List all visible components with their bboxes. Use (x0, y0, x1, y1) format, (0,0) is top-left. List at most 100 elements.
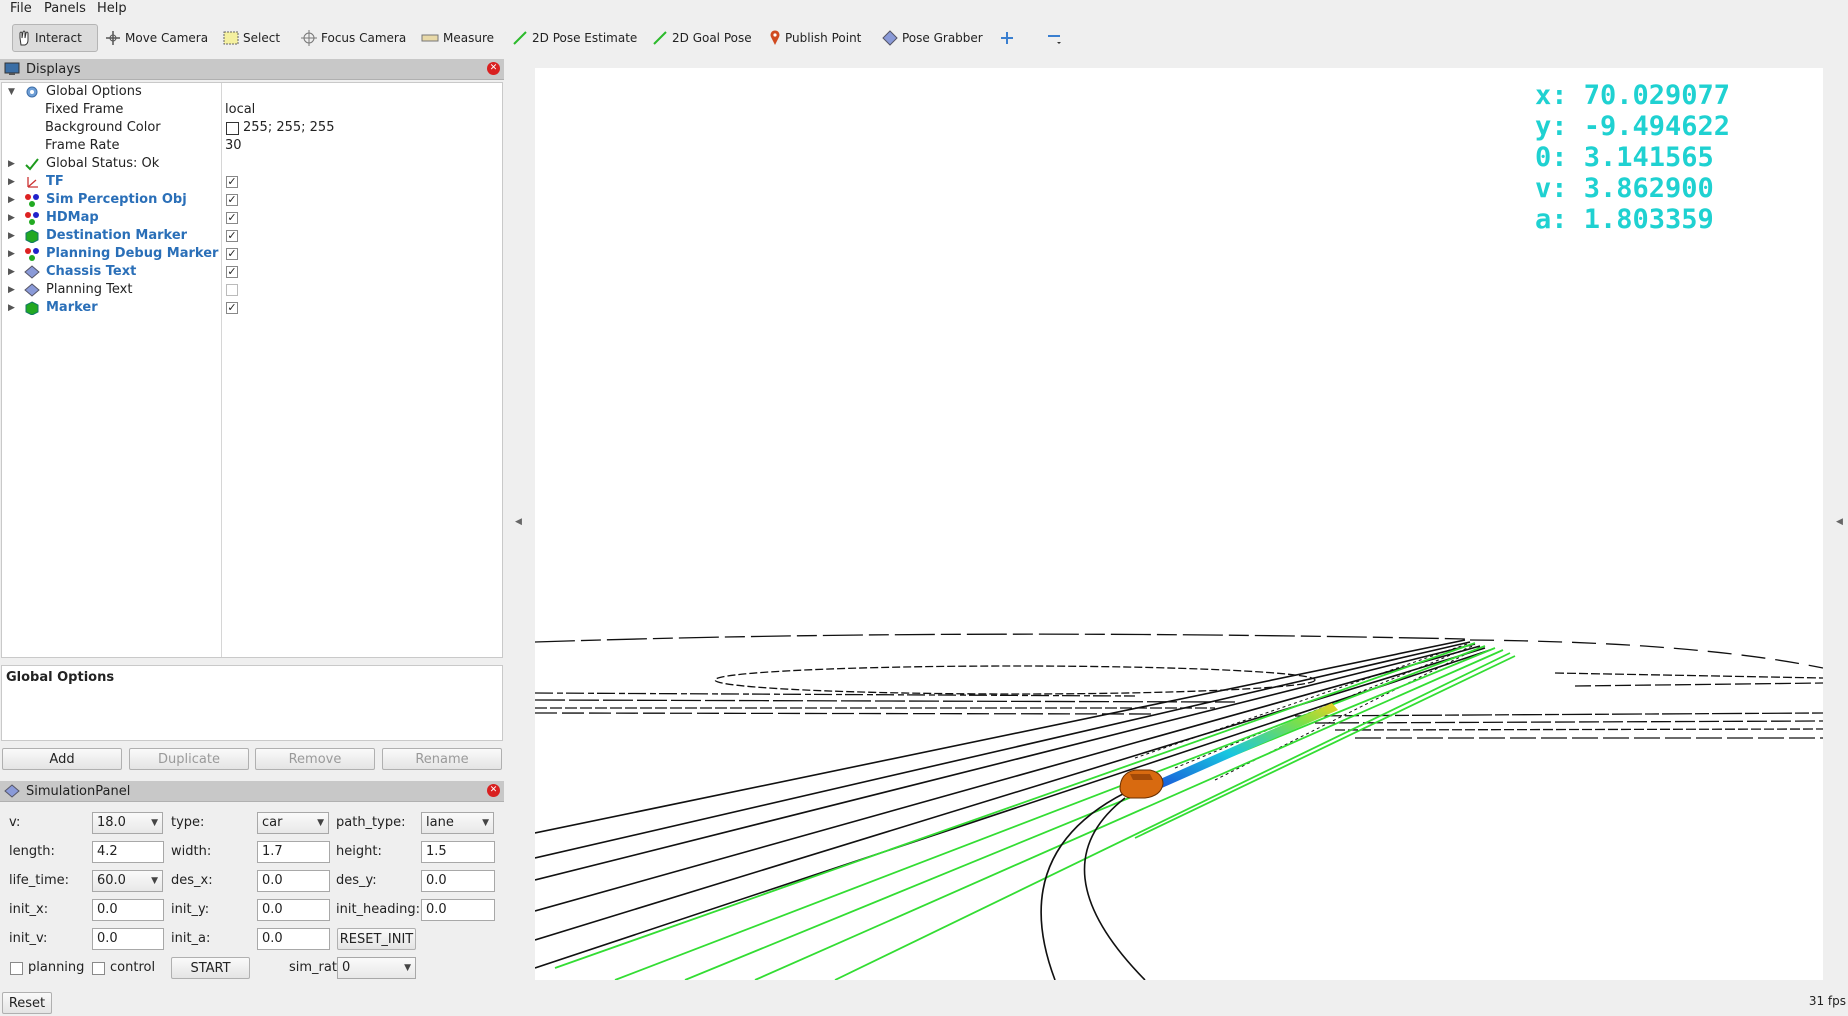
init-heading-input[interactable]: 0.0 (421, 899, 495, 921)
planning-checkbox[interactable] (10, 962, 23, 975)
tree-row-display[interactable]: ▶ TF ✓ (2, 173, 502, 191)
diamond-icon (4, 784, 20, 798)
height-input[interactable]: 1.5 (421, 841, 495, 863)
curved-roads (1040, 787, 1146, 980)
reset-button[interactable]: Reset (2, 992, 52, 1014)
expand-arrow-icon[interactable]: ▶ (8, 227, 15, 245)
add-button[interactable]: Add (2, 748, 122, 770)
close-icon[interactable]: ✕ (487, 62, 500, 75)
visibility-checkbox[interactable]: ✓ (226, 266, 238, 278)
move-camera-tool-button[interactable]: Move Camera (101, 24, 212, 52)
reset-init-button[interactable]: RESET_INIT (337, 928, 416, 950)
visibility-checkbox[interactable]: ✓ (226, 212, 238, 224)
pose-estimate-tool-button[interactable]: 2D Pose Estimate (508, 24, 641, 52)
tree-row-display[interactable]: ▶ Destination Marker ✓ (2, 227, 502, 245)
select-tool-button[interactable]: Select (219, 24, 284, 52)
collapse-left-panel-icon[interactable]: ◀ (515, 517, 522, 527)
expand-arrow-icon[interactable]: ▶ (8, 263, 15, 281)
tree-row-display[interactable]: ▶ Planning Text (2, 281, 502, 299)
publish-point-tool-button[interactable]: Publish Point (765, 24, 865, 52)
width-input[interactable]: 1.7 (257, 841, 330, 863)
focus-camera-tool-button[interactable]: Focus Camera (297, 24, 410, 52)
minus-icon (1048, 35, 1061, 44)
sim-rate-select[interactable]: 0 ▼ (337, 957, 416, 979)
property-value[interactable]: 30 (225, 137, 242, 155)
tree-label: Global Status: Ok (46, 156, 160, 171)
menu-panels[interactable]: Panels (44, 1, 86, 16)
menu-file[interactable]: File (10, 1, 32, 16)
property-value[interactable]: local (225, 101, 255, 119)
tree-row-fixed-frame[interactable]: Fixed Frame local (2, 101, 502, 119)
remove-tool-button[interactable] (1042, 24, 1066, 52)
init-x-input[interactable]: 0.0 (92, 899, 164, 921)
init-a-label: init_a: (171, 931, 211, 946)
path-type-select[interactable]: lane ▼ (421, 812, 494, 834)
tree-row-global-status[interactable]: ▶ Global Status: Ok (2, 155, 502, 173)
tree-row-frame-rate[interactable]: Frame Rate 30 (2, 137, 502, 155)
tree-row-display[interactable]: ▶ HDMap ✓ (2, 209, 502, 227)
collapse-arrow-icon[interactable]: ▼ (8, 83, 15, 101)
hud-v: v: 3.862900 (1535, 173, 1714, 204)
visibility-checkbox[interactable]: ✓ (226, 302, 238, 314)
render-viewport[interactable]: x: 70.029077 y: -9.494622 0: 3.141565 v: 3.… (535, 68, 1823, 980)
menu-help[interactable]: Help (97, 1, 127, 16)
duplicate-button[interactable]: Duplicate (129, 748, 249, 770)
add-tool-button[interactable] (996, 24, 1018, 52)
des-y-label: des_y: (336, 873, 377, 888)
select-label: Select (243, 31, 281, 45)
expand-arrow-icon[interactable]: ▶ (8, 155, 15, 173)
expand-arrow-icon[interactable]: ▶ (8, 173, 15, 191)
tree-label: Planning Debug Marker (46, 246, 219, 261)
remove-button[interactable]: Remove (255, 748, 375, 770)
rename-button[interactable]: Rename (382, 748, 502, 770)
axes-icon (27, 177, 38, 188)
measure-tool-button[interactable]: Measure (417, 24, 498, 52)
description-title: Global Options (6, 670, 115, 685)
tree-row-display[interactable]: ▶ Sim Perception Obj ✓ (2, 191, 502, 209)
pose-grabber-tool-button[interactable]: Pose Grabber (878, 24, 987, 52)
color-swatch[interactable] (226, 122, 239, 135)
life-time-select[interactable]: 60.0 ▼ (92, 870, 163, 892)
tree-row-background-color[interactable]: Background Color 255; 255; 255 (2, 119, 502, 137)
tree-row-display[interactable]: ▶ Planning Debug Marker ✓ (2, 245, 502, 263)
publish-point-label: Publish Point (785, 31, 862, 45)
visibility-checkbox[interactable]: ✓ (226, 194, 238, 206)
init-a-input[interactable]: 0.0 (257, 928, 330, 950)
focus-camera-icon (301, 30, 317, 46)
expand-arrow-icon[interactable]: ▶ (8, 245, 15, 263)
interact-tool-button[interactable]: Interact (12, 24, 98, 52)
v-select[interactable]: 18.0 ▼ (92, 812, 163, 834)
control-checkbox[interactable] (92, 962, 105, 975)
dropdown-arrow-icon: ▼ (317, 818, 324, 828)
tree-row-display[interactable]: ▶ Marker ✓ (2, 299, 502, 317)
goal-pose-label: 2D Goal Pose (672, 31, 752, 45)
visibility-checkbox[interactable]: ✓ (226, 176, 238, 188)
close-icon[interactable]: ✕ (487, 784, 500, 797)
tree-row-global-options[interactable]: ▼ Global Options (2, 83, 502, 101)
init-x-label: init_x: (9, 902, 49, 917)
expand-arrow-icon[interactable]: ▶ (8, 191, 15, 209)
start-button[interactable]: START (171, 957, 250, 979)
des-y-input[interactable]: 0.0 (421, 870, 495, 892)
expand-arrow-icon[interactable]: ▶ (8, 209, 15, 227)
ego-vehicle[interactable] (1119, 769, 1164, 799)
init-v-input[interactable]: 0.0 (92, 928, 164, 950)
expand-arrow-icon[interactable]: ▶ (8, 299, 15, 317)
visibility-checkbox[interactable] (226, 284, 238, 296)
des-x-input[interactable]: 0.0 (257, 870, 330, 892)
displays-panel-header: Displays ✕ (0, 59, 504, 80)
init-y-input[interactable]: 0.0 (257, 899, 330, 921)
pose-grabber-label: Pose Grabber (902, 31, 983, 45)
chassis-text-overlay: x: 70.029077 y: -9.494622 0: 3.141565 v: 3.… (1535, 80, 1730, 235)
init-y-label: init_y: (171, 902, 210, 917)
length-input[interactable]: 4.2 (92, 841, 164, 863)
expand-arrow-icon[interactable]: ▶ (8, 281, 15, 299)
type-select[interactable]: car ▼ (257, 812, 329, 834)
goal-pose-tool-button[interactable]: 2D Goal Pose (648, 24, 756, 52)
visibility-checkbox[interactable]: ✓ (226, 230, 238, 242)
v-value: 18.0 (97, 815, 126, 830)
property-value[interactable]: 255; 255; 255 (243, 119, 334, 137)
tree-row-display[interactable]: ▶ Chassis Text ✓ (2, 263, 502, 281)
visibility-checkbox[interactable]: ✓ (226, 248, 238, 260)
collapse-right-panel-icon[interactable]: ◀ (1836, 517, 1843, 527)
